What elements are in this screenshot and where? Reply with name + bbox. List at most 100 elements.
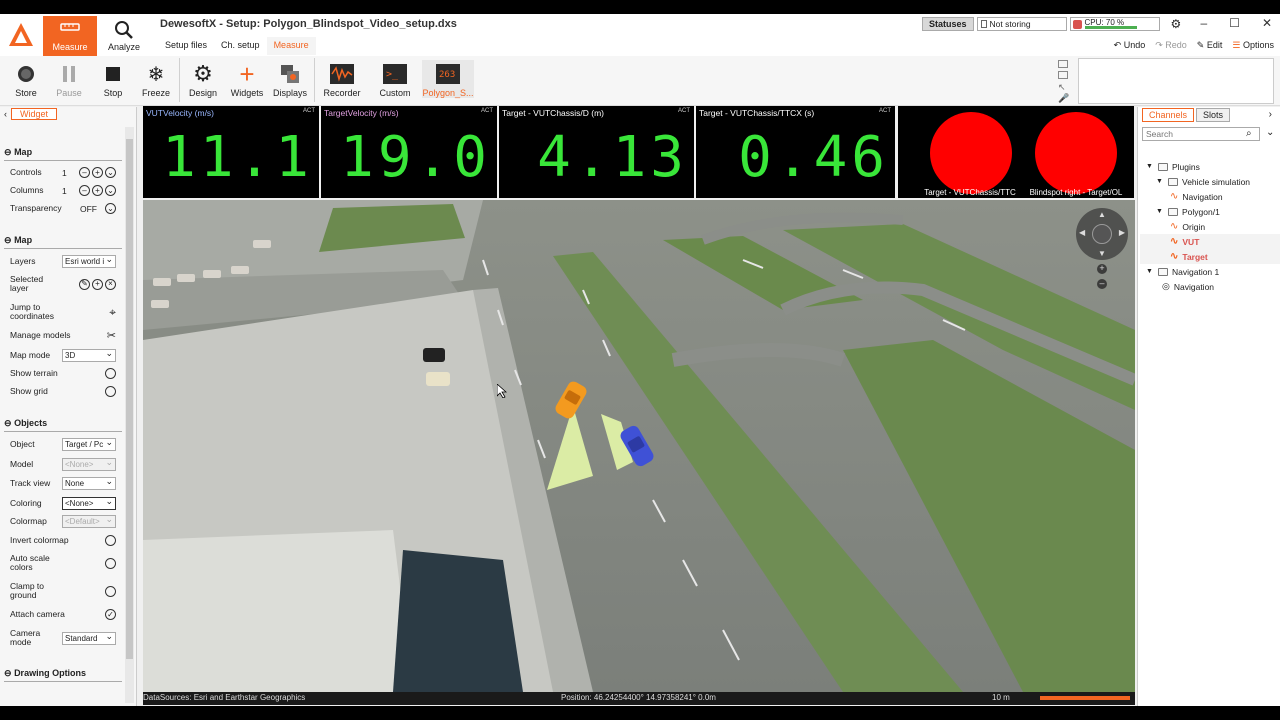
show-grid-toggle[interactable] bbox=[105, 386, 116, 397]
edit-button[interactable]: ✎ Edit bbox=[1197, 40, 1223, 51]
model-dropdown[interactable]: <None> bbox=[62, 458, 116, 471]
close-icon[interactable]: ✕ bbox=[1262, 16, 1272, 30]
search-icon[interactable]: ⌕ bbox=[1246, 128, 1252, 139]
meter-target-velocity[interactable]: TargetVelocity (m/s) ACT 19.0 bbox=[321, 106, 497, 198]
lamp-ttc[interactable] bbox=[930, 112, 1012, 194]
custom-display-button[interactable]: >_ Custom bbox=[373, 60, 417, 98]
undo-button[interactable]: ↶ Undo bbox=[1114, 40, 1146, 51]
tab-setup-files[interactable]: Setup files bbox=[158, 37, 214, 55]
scroll-thumb[interactable] bbox=[126, 139, 133, 659]
tree-item-navigation-1[interactable]: ▼ Navigation 1 bbox=[1146, 264, 1219, 279]
tab-widget[interactable]: Widget bbox=[11, 108, 58, 120]
tab-ch-setup[interactable]: Ch. setup bbox=[214, 37, 267, 55]
manage-models-label: Manage models bbox=[10, 330, 71, 340]
displays-button[interactable]: Displays bbox=[268, 60, 312, 98]
show-terrain-toggle[interactable] bbox=[105, 368, 116, 379]
recorder-display-button[interactable]: Recorder bbox=[320, 60, 364, 98]
maximize-icon[interactable]: ☐ bbox=[1229, 16, 1240, 30]
chevron-down-icon[interactable]: ⌄ bbox=[105, 167, 116, 178]
pan-left-icon[interactable]: ◀ bbox=[1079, 228, 1085, 237]
design-button[interactable]: ⚙ Design bbox=[181, 60, 225, 98]
globe-icon[interactable] bbox=[1092, 224, 1112, 244]
pointer-icon[interactable]: ↖ bbox=[1058, 82, 1072, 93]
section-map-controls[interactable]: ⊖ Map bbox=[4, 147, 122, 161]
crosshair-icon[interactable]: ⌖ bbox=[109, 305, 116, 320]
tree-item-polygon[interactable]: ▼ Polygon/1 bbox=[1156, 204, 1220, 219]
zoom-out-icon[interactable]: – bbox=[1097, 279, 1107, 289]
camera-mode-dropdown[interactable]: Standard bbox=[62, 631, 116, 645]
tree-item-vehicle-simulation[interactable]: ▼ Vehicle simulation bbox=[1156, 174, 1250, 189]
stop-button[interactable]: Stop bbox=[91, 60, 135, 98]
section-objects[interactable]: ⊖ Objects bbox=[4, 418, 122, 432]
map-view[interactable] bbox=[143, 200, 1135, 692]
microphone-icon[interactable]: 🎤 bbox=[1058, 93, 1072, 104]
layers-dropdown[interactable]: Esri world i bbox=[62, 255, 116, 268]
tree-item-navigation-channel[interactable]: ◎ Navigation bbox=[1162, 279, 1214, 294]
meter-vut-velocity[interactable]: VUTVelocity (m/s) ACT 11.1 bbox=[143, 106, 319, 198]
show-terrain-label: Show terrain bbox=[10, 368, 58, 378]
options-button[interactable]: ☰ Options bbox=[1232, 40, 1274, 51]
coloring-dropdown[interactable]: <None> bbox=[62, 497, 116, 510]
chevron-down-icon[interactable]: ⌄ bbox=[105, 203, 116, 214]
map-navigation-control[interactable]: ▲ ▼ ◀ ▶ bbox=[1076, 208, 1128, 260]
list-icon[interactable] bbox=[1058, 71, 1068, 79]
section-map-layers[interactable]: ⊖ Map bbox=[4, 235, 122, 249]
object-dropdown[interactable]: Target / Pc bbox=[62, 438, 116, 451]
section-drawing-options[interactable]: ⊖ Drawing Options bbox=[4, 668, 122, 682]
redo-button[interactable]: ↷ Redo bbox=[1155, 40, 1187, 51]
tools-icon[interactable]: ✂ bbox=[107, 329, 116, 342]
chevron-down-icon[interactable]: ▼ bbox=[1146, 268, 1154, 275]
tab-slots[interactable]: Slots bbox=[1196, 108, 1231, 122]
plus-icon[interactable]: + bbox=[92, 278, 103, 290]
colormap-dropdown[interactable]: <Default> bbox=[62, 515, 116, 528]
chevron-down-icon[interactable]: ▼ bbox=[1146, 163, 1154, 170]
measure-mode-button[interactable]: Measure bbox=[43, 16, 97, 56]
remove-icon[interactable]: × bbox=[105, 278, 116, 290]
clamp-toggle[interactable] bbox=[105, 585, 116, 597]
plus-icon[interactable]: + bbox=[92, 167, 103, 178]
tree-item-plugins[interactable]: ▼ Plugins bbox=[1146, 159, 1200, 174]
check-icon[interactable]: ✓ bbox=[105, 609, 116, 620]
cpu-indicator[interactable]: CPU: 70 % bbox=[1069, 17, 1160, 31]
channel-search-input[interactable] bbox=[1142, 127, 1260, 141]
pause-button[interactable]: Pause bbox=[47, 60, 91, 98]
plus-icon[interactable]: + bbox=[92, 185, 103, 196]
tree-item-target[interactable]: ∿ Target bbox=[1140, 249, 1280, 264]
map-mode-dropdown[interactable]: 3D bbox=[62, 349, 116, 362]
note-icon[interactable] bbox=[1058, 60, 1068, 68]
meter-target-ttcx[interactable]: Target - VUTChassis/TTCX (s) ACT 0.46 bbox=[696, 106, 895, 198]
meter-target-distance[interactable]: Target - VUTChassis/D (m) ACT 4.13 bbox=[499, 106, 694, 198]
lamp-blindspot[interactable] bbox=[1035, 112, 1117, 194]
auto-scale-toggle[interactable] bbox=[105, 557, 116, 569]
minus-icon[interactable]: – bbox=[79, 167, 90, 178]
chevron-down-icon[interactable]: ▼ bbox=[1156, 178, 1164, 185]
chevron-down-icon[interactable]: ▼ bbox=[1156, 208, 1164, 215]
expand-right-icon[interactable]: › bbox=[1269, 109, 1272, 120]
track-view-dropdown[interactable]: None bbox=[62, 477, 116, 490]
tree-item-origin[interactable]: ∿ Origin bbox=[1170, 219, 1205, 234]
pan-up-icon[interactable]: ▲ bbox=[1098, 210, 1106, 219]
tree-item-navigation[interactable]: ∿ Navigation bbox=[1170, 189, 1223, 204]
tree-item-vut[interactable]: ∿ VUT bbox=[1140, 234, 1280, 249]
store-button[interactable]: Store bbox=[4, 60, 48, 98]
polygon-display-button[interactable]: 263 Polygon_S... bbox=[422, 60, 474, 98]
tab-measure[interactable]: Measure bbox=[266, 37, 316, 55]
freeze-button[interactable]: ❄ Freeze bbox=[134, 60, 178, 99]
invert-colormap-toggle[interactable] bbox=[105, 535, 116, 546]
chevron-down-icon[interactable]: ⌄ bbox=[1266, 127, 1274, 138]
minimize-icon[interactable]: – bbox=[1200, 16, 1207, 30]
gear-icon[interactable]: ⚙ bbox=[1171, 17, 1182, 31]
left-scrollbar[interactable] bbox=[125, 127, 134, 703]
notes-area[interactable] bbox=[1078, 58, 1274, 104]
collapse-left-icon[interactable]: ‹ bbox=[4, 109, 7, 119]
widgets-button[interactable]: + Widgets bbox=[225, 59, 269, 99]
tab-channels[interactable]: Channels bbox=[1142, 108, 1195, 122]
edit-icon[interactable]: ✎ bbox=[79, 278, 90, 290]
pan-down-icon[interactable]: ▼ bbox=[1098, 249, 1106, 258]
chevron-down-icon[interactable]: ⌄ bbox=[105, 185, 116, 196]
statuses-button[interactable]: Statuses bbox=[922, 17, 974, 31]
zoom-in-icon[interactable]: + bbox=[1097, 264, 1107, 274]
pan-right-icon[interactable]: ▶ bbox=[1119, 228, 1125, 237]
analyze-mode-button[interactable]: Analyze bbox=[97, 16, 151, 56]
minus-icon[interactable]: – bbox=[79, 185, 90, 196]
